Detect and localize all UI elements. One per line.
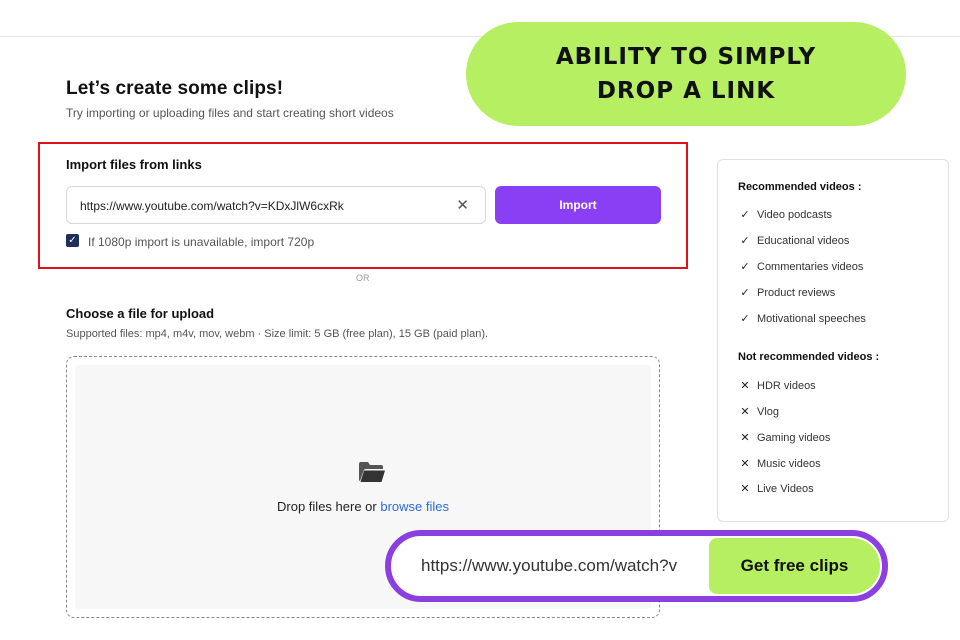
import-from-links-section: Import files from links https://www.yout… — [38, 142, 688, 269]
get-free-clips-button[interactable]: Get free clips — [709, 538, 880, 594]
or-divider: OR — [356, 273, 370, 283]
recommended-item: ✓ Product reviews — [738, 286, 835, 300]
callout-url-input[interactable]: https://www.youtube.com/watch?v — [421, 556, 717, 576]
checkmark-icon: ✓ — [68, 234, 77, 246]
check-icon: ✓ — [740, 313, 750, 325]
not-recommended-item: ✕ Music videos — [738, 457, 820, 471]
folder-open-icon — [358, 461, 386, 488]
recommended-item: ✓ Motivational speeches — [738, 312, 865, 326]
callout-line-2: DROP A LINK — [596, 78, 776, 104]
page-title: Let’s create some clips! — [66, 78, 284, 99]
clear-icon[interactable]: ✕ — [456, 196, 469, 214]
not-recommended-item: ✕ Gaming videos — [738, 431, 830, 445]
upload-heading: Choose a file for upload — [66, 306, 215, 321]
link-drop-callout: https://www.youtube.com/watch?v Get free… — [385, 530, 888, 602]
fallback-720p-checkbox[interactable]: ✓ — [66, 234, 79, 247]
recommended-item: ✓ Video podcasts — [738, 208, 832, 222]
page-subtitle: Try importing or uploading files and sta… — [66, 106, 394, 120]
check-icon: ✓ — [740, 287, 750, 299]
link-url-input[interactable]: https://www.youtube.com/watch?v=KDxJlW6c… — [66, 186, 486, 224]
browse-files-link[interactable]: browse files — [380, 499, 449, 514]
recommendations-panel: Recommended videos : ✓ Video podcasts ✓ Ed… — [717, 159, 949, 522]
cross-icon: ✕ — [740, 380, 750, 392]
cross-icon: ✕ — [740, 432, 750, 444]
upload-supported-files: Supported files: mp4, m4v, mov, webm · S… — [66, 328, 489, 340]
not-recommended-item: ✕ HDR videos — [738, 379, 815, 393]
not-recommended-item: ✕ Vlog — [738, 405, 779, 419]
cross-icon: ✕ — [740, 483, 750, 495]
check-icon: ✓ — [740, 261, 750, 273]
callout-line-1: ABILITY TO SIMPLY — [555, 44, 817, 70]
fallback-720p-label: If 1080p import is unavailable, import 7… — [88, 235, 315, 249]
import-heading: Import files from links — [66, 157, 202, 172]
not-recommended-item: ✕ Live Videos — [738, 482, 813, 496]
recommended-title: Recommended videos : — [738, 181, 862, 193]
recommended-item: ✓ Commentaries videos — [738, 260, 863, 274]
recommended-item: ✓ Educational videos — [738, 234, 849, 248]
import-button[interactable]: Import — [495, 186, 661, 224]
cross-icon: ✕ — [740, 406, 750, 418]
check-icon: ✓ — [740, 235, 750, 247]
check-icon: ✓ — [740, 209, 750, 221]
drop-text: Drop files here or — [277, 499, 381, 514]
drop-instructions: Drop files here or browse files — [75, 499, 651, 514]
callout-banner: ABILITY TO SIMPLY DROP A LINK — [466, 22, 906, 126]
cross-icon: ✕ — [740, 458, 750, 470]
not-recommended-title: Not recommended videos : — [738, 351, 880, 363]
link-url-value[interactable]: https://www.youtube.com/watch?v=KDxJlW6c… — [80, 199, 344, 213]
